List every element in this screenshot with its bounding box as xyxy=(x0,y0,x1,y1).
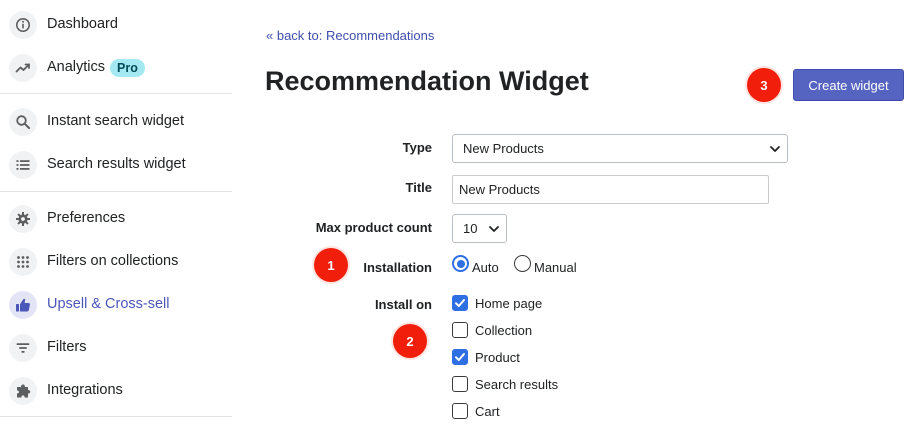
install-on-product-checkbox[interactable] xyxy=(452,349,468,365)
sidebar-item-dashboard[interactable]: Dashboard xyxy=(0,5,232,45)
install-on-home-page-label[interactable]: Home page xyxy=(475,296,542,311)
trend-icon xyxy=(9,54,37,82)
checkmark-icon xyxy=(455,353,465,361)
sidebar-item-label: Preferences xyxy=(47,210,126,226)
list-icon xyxy=(9,151,37,179)
sidebar-divider xyxy=(0,191,232,192)
type-select[interactable]: New Products xyxy=(452,134,788,163)
sidebar-divider xyxy=(0,93,232,94)
puzzle-icon xyxy=(9,377,37,405)
install-on-home-page-checkbox[interactable] xyxy=(452,295,468,311)
thumbs-up-icon xyxy=(9,291,37,319)
installation-manual-label[interactable]: Manual xyxy=(534,260,577,275)
title-label: Title xyxy=(405,180,433,195)
chevron-down-icon xyxy=(770,146,780,152)
install-on-collection-label[interactable]: Collection xyxy=(475,323,532,338)
checkmark-icon xyxy=(455,299,465,307)
sidebar-item-filters[interactable]: Filters xyxy=(0,328,232,368)
create-widget-button[interactable]: Create widget xyxy=(793,69,904,101)
install-on-label: Install on xyxy=(374,297,432,312)
grid-icon xyxy=(9,248,37,276)
step-marker-3: 3 xyxy=(747,68,781,102)
installation-manual-radio[interactable] xyxy=(514,255,531,272)
sidebar-item-filters-on-collections[interactable]: Filters on collections xyxy=(0,242,232,282)
sidebar-item-label: Filters on collections xyxy=(47,253,179,269)
filter-icon xyxy=(9,334,37,362)
sidebar-item-analytics[interactable]: Analytics Pro xyxy=(0,48,232,88)
sidebar-item-label: Analytics xyxy=(47,59,106,75)
sidebar-item-label: Search results widget xyxy=(47,156,186,172)
installation-label: Installation xyxy=(363,260,432,275)
sidebar-item-label: Instant search widget xyxy=(47,113,185,129)
title-input[interactable] xyxy=(452,175,769,204)
max-product-count-select[interactable]: 10 xyxy=(452,214,507,243)
install-on-cart-checkbox[interactable] xyxy=(452,403,468,419)
install-on-collection-checkbox[interactable] xyxy=(452,322,468,338)
sidebar-item-preferences[interactable]: Preferences xyxy=(0,199,232,239)
app-root: Dashboard Analytics Pro Instant search w… xyxy=(0,0,920,428)
install-on-product-label[interactable]: Product xyxy=(475,350,520,365)
type-select-value: New Products xyxy=(463,141,544,156)
sidebar-item-upsell-cross-sell[interactable]: Upsell & Cross-sell xyxy=(0,285,232,325)
pro-badge: Pro xyxy=(110,59,145,77)
step-marker-2: 2 xyxy=(393,324,427,358)
sidebar-item-label: Filters xyxy=(47,339,87,355)
sidebar-divider xyxy=(0,416,232,417)
installation-auto-radio[interactable] xyxy=(452,255,469,272)
sidebar-item-label: Dashboard xyxy=(47,16,118,32)
sidebar: Dashboard Analytics Pro Instant search w… xyxy=(0,0,232,428)
info-icon xyxy=(9,11,37,39)
back-link[interactable]: « back to: Recommendations xyxy=(266,28,434,43)
chevron-down-icon xyxy=(489,226,499,232)
install-on-search-results-label[interactable]: Search results xyxy=(475,377,558,392)
sidebar-item-integrations[interactable]: Integrations xyxy=(0,371,232,411)
sidebar-item-label: Integrations xyxy=(47,382,123,398)
max-product-count-label: Max product count xyxy=(315,220,432,235)
max-product-count-value: 10 xyxy=(463,221,478,236)
install-on-cart-label[interactable]: Cart xyxy=(475,404,500,419)
sidebar-item-search-results-widget[interactable]: Search results widget xyxy=(0,145,232,185)
gear-icon xyxy=(9,205,37,233)
installation-auto-label[interactable]: Auto xyxy=(472,260,499,275)
install-on-search-results-checkbox[interactable] xyxy=(452,376,468,392)
sidebar-item-label: Upsell & Cross-sell xyxy=(47,296,170,312)
search-icon xyxy=(9,108,37,136)
sidebar-item-instant-search-widget[interactable]: Instant search widget xyxy=(0,102,232,142)
type-label: Type xyxy=(402,140,432,155)
page-title: Recommendation Widget xyxy=(265,66,589,96)
